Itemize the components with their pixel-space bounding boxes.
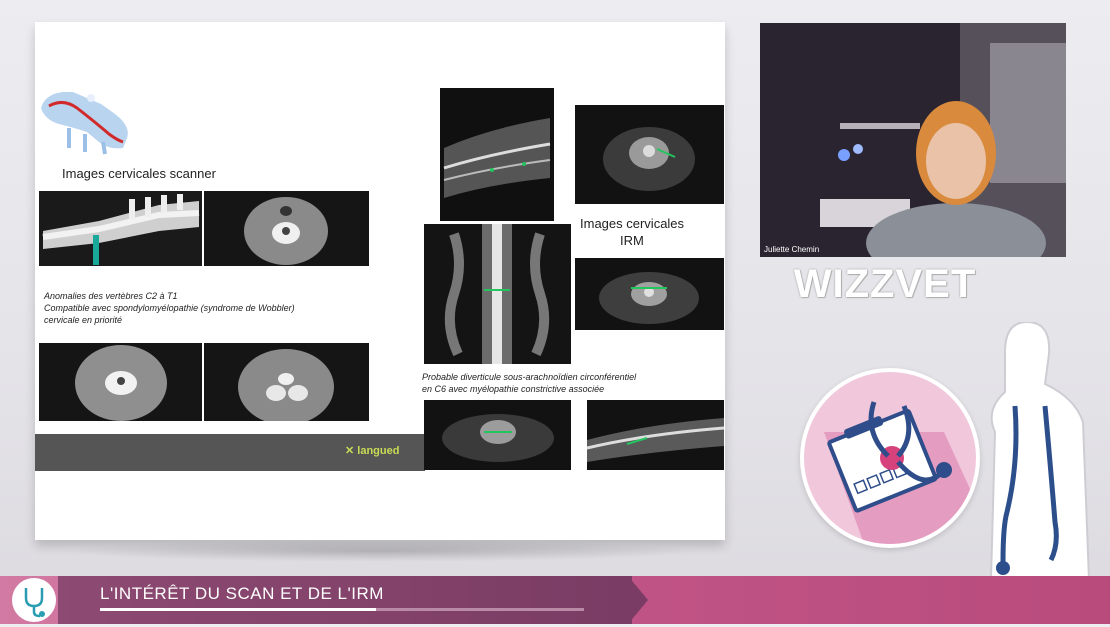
ct-scan-axial-1	[204, 191, 369, 266]
participant-name: Juliette Chemin	[764, 245, 820, 254]
ct-scan-sagittal	[39, 191, 202, 266]
slide-logo: ✕ langued	[345, 444, 399, 457]
irm-title-line-1: Images cervicales	[580, 216, 685, 231]
footer-arrow-shape	[628, 576, 648, 624]
clipboard-stethoscope-icon	[824, 401, 976, 544]
slide-shadow	[60, 540, 700, 562]
video-progress-fill	[100, 608, 376, 611]
webcam-feed: Juliette Chemin	[760, 23, 1066, 257]
mri-axial-2	[575, 258, 724, 330]
scanner-caption-line-2: Compatible avec spondylomyélopathie (syn…	[44, 303, 295, 313]
stethoscope-logo-badge	[12, 578, 56, 622]
dog-anatomy-illustration	[41, 92, 128, 155]
ct-scan-axial-3	[204, 343, 369, 421]
irm-title-line-2: IRM	[620, 233, 644, 248]
presentation-slide: Images cervicales scanner Anomalies des …	[35, 22, 725, 540]
mri-sagittal-2	[587, 400, 724, 470]
clipboard-stethoscope-badge	[800, 368, 980, 548]
scanner-caption-line-1: Anomalies des vertèbres C2 à T1	[44, 291, 178, 301]
irm-caption-line-1: Probable diverticule sous-arachnoïdien c…	[422, 372, 637, 382]
logo-mark-icon: ✕	[345, 445, 355, 457]
webcam-video	[760, 23, 1066, 257]
scanner-caption-line-3: cervicale en priorité	[44, 315, 123, 325]
mri-axial-1	[575, 105, 724, 204]
scanner-title: Images cervicales scanner	[62, 166, 216, 181]
ct-scan-axial-2	[39, 343, 202, 421]
stethoscope-icon	[24, 588, 45, 618]
logo-text: langued	[357, 445, 400, 457]
footer-title: L'INTÉRÊT DU SCAN ET DE L'IRM	[100, 584, 384, 603]
video-progress-bar[interactable]	[100, 608, 584, 611]
brand-wordmark: WIZZVET	[793, 262, 977, 306]
irm-caption-line-2: en C6 avec myélopathie constrictive asso…	[422, 384, 605, 394]
mri-sagittal	[440, 88, 554, 221]
mri-axial-3	[424, 400, 571, 470]
mri-dorsal	[424, 224, 571, 364]
